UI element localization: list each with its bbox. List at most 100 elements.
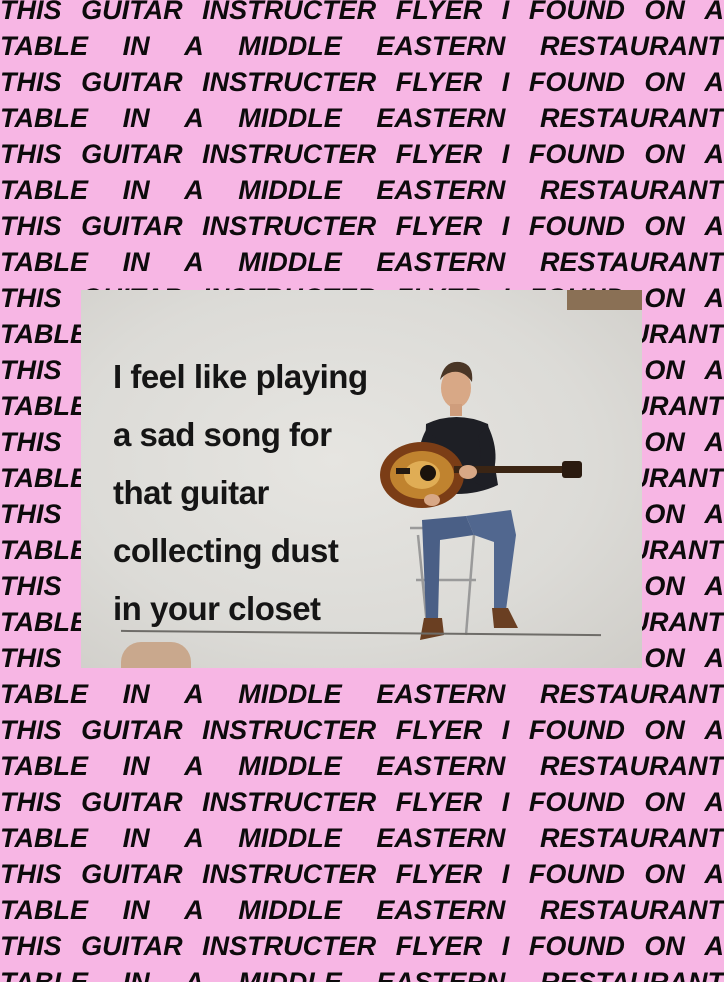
caption-word: THIS xyxy=(0,139,62,169)
caption-word: INSTRUCTER xyxy=(202,0,377,25)
caption-word: I xyxy=(501,0,510,25)
caption-line-b: TABLE IN A MIDDLE EASTERN RESTAURANT xyxy=(0,172,724,208)
caption-line-b: TABLE IN A MIDDLE EASTERN RESTAURANT xyxy=(0,892,724,928)
caption-word: RESTAURANT xyxy=(539,247,724,277)
caption-word: IN xyxy=(122,895,150,925)
caption-word: GUITAR xyxy=(81,0,183,25)
guitarist-image xyxy=(380,361,582,640)
caption-word: A xyxy=(704,643,724,673)
caption-word: A xyxy=(184,679,204,709)
caption-word: ON xyxy=(644,787,685,817)
caption-word: INSTRUCTER xyxy=(202,931,377,961)
caption-word: THIS xyxy=(0,715,62,745)
caption-word: THIS xyxy=(0,499,62,529)
caption-line-b: TABLE IN A MIDDLE EASTERN RESTAURANT xyxy=(0,964,724,982)
caption-word: FOUND xyxy=(528,211,625,241)
caption-word: GUITAR xyxy=(81,787,183,817)
caption-word: FLYER xyxy=(395,139,483,169)
caption-word: EASTERN xyxy=(376,31,506,61)
caption-word: INSTRUCTER xyxy=(202,139,377,169)
caption-word: RESTAURANT xyxy=(539,967,724,982)
caption-word: A xyxy=(184,823,204,853)
caption-line-a: THIS GUITAR INSTRUCTER FLYER I FOUND ON A xyxy=(0,784,724,820)
caption-word: A xyxy=(704,787,724,817)
caption-line-a: THIS GUITAR INSTRUCTER FLYER I FOUND ON A xyxy=(0,64,724,100)
caption-word: TABLE xyxy=(0,751,88,781)
caption-word: ON xyxy=(644,715,685,745)
caption-word: GUITAR xyxy=(81,67,183,97)
caption-word: IN xyxy=(122,679,150,709)
caption-word: EASTERN xyxy=(376,175,506,205)
caption-word: RESTAURANT xyxy=(539,175,724,205)
caption-word: THIS xyxy=(0,571,62,601)
caption-word: RESTAURANT xyxy=(539,103,724,133)
caption-word: A xyxy=(184,967,204,982)
thumb xyxy=(121,642,191,668)
caption-word: ON xyxy=(644,139,685,169)
caption-word: MIDDLE xyxy=(238,967,342,982)
caption-word: RESTAURANT xyxy=(539,895,724,925)
caption-word: EASTERN xyxy=(376,751,506,781)
caption-line-b: TABLE IN A MIDDLE EASTERN RESTAURANT xyxy=(0,676,724,712)
caption-word: A xyxy=(704,0,724,25)
caption-line-a: THIS GUITAR INSTRUCTER FLYER I FOUND ON A xyxy=(0,208,724,244)
caption-word: TABLE xyxy=(0,823,88,853)
caption-word: TABLE xyxy=(0,895,88,925)
caption-word: A xyxy=(704,715,724,745)
caption-line-a: THIS GUITAR INSTRUCTER FLYER I FOUND ON A xyxy=(0,136,724,172)
caption-word: IN xyxy=(122,751,150,781)
caption-word: THIS xyxy=(0,427,62,457)
caption-word: TABLE xyxy=(0,535,88,565)
caption-word: MIDDLE xyxy=(238,751,342,781)
caption-word: I xyxy=(501,211,510,241)
caption-word: TABLE xyxy=(0,175,88,205)
caption-word: FOUND xyxy=(528,931,625,961)
caption-word: THIS xyxy=(0,859,62,889)
caption-word: A xyxy=(184,175,204,205)
caption-word: EASTERN xyxy=(376,103,506,133)
caption-line-b: TABLE IN A MIDDLE EASTERN RESTAURANT xyxy=(0,244,724,280)
caption-word: TABLE xyxy=(0,319,88,349)
caption-word: MIDDLE xyxy=(238,247,342,277)
caption-word: A xyxy=(704,499,724,529)
caption-word: THIS xyxy=(0,0,62,25)
caption-word: GUITAR xyxy=(81,859,183,889)
caption-word: A xyxy=(184,247,204,277)
caption-word: A xyxy=(184,751,204,781)
caption-word: ON xyxy=(644,499,685,529)
caption-word: THIS xyxy=(0,211,62,241)
caption-word: A xyxy=(184,103,204,133)
caption-word: IN xyxy=(122,103,150,133)
caption-word: EASTERN xyxy=(376,967,506,982)
caption-line-b: TABLE IN A MIDDLE EASTERN RESTAURANT xyxy=(0,28,724,64)
caption-word: A xyxy=(704,355,724,385)
caption-word: I xyxy=(501,715,510,745)
caption-word: IN xyxy=(122,31,150,61)
caption-word: FOUND xyxy=(528,715,625,745)
caption-word: A xyxy=(704,211,724,241)
caption-word: A xyxy=(704,67,724,97)
caption-word: GUITAR xyxy=(81,139,183,169)
caption-word: IN xyxy=(122,175,150,205)
caption-word: THIS xyxy=(0,931,62,961)
caption-word: TABLE xyxy=(0,967,88,982)
caption-line-b: TABLE IN A MIDDLE EASTERN RESTAURANT xyxy=(0,820,724,856)
caption-word: TABLE xyxy=(0,607,88,637)
caption-word: EASTERN xyxy=(376,895,506,925)
caption-word: GUITAR xyxy=(81,931,183,961)
caption-word: ON xyxy=(644,571,685,601)
caption-word: ON xyxy=(644,859,685,889)
caption-word: FLYER xyxy=(395,0,483,25)
flyer-photo: I feel like playing a sad song for that … xyxy=(81,290,642,668)
caption-word: ON xyxy=(644,0,685,25)
caption-line-a: THIS GUITAR INSTRUCTER FLYER I FOUND ON A xyxy=(0,856,724,892)
caption-word: IN xyxy=(122,967,150,982)
caption-word: TABLE xyxy=(0,247,88,277)
caption-word: RESTAURANT xyxy=(539,823,724,853)
caption-word: INSTRUCTER xyxy=(202,67,377,97)
caption-word: INSTRUCTER xyxy=(202,787,377,817)
caption-word: TABLE xyxy=(0,679,88,709)
caption-word: INSTRUCTER xyxy=(202,715,377,745)
caption-word: FLYER xyxy=(395,211,483,241)
caption-word: FLYER xyxy=(395,67,483,97)
